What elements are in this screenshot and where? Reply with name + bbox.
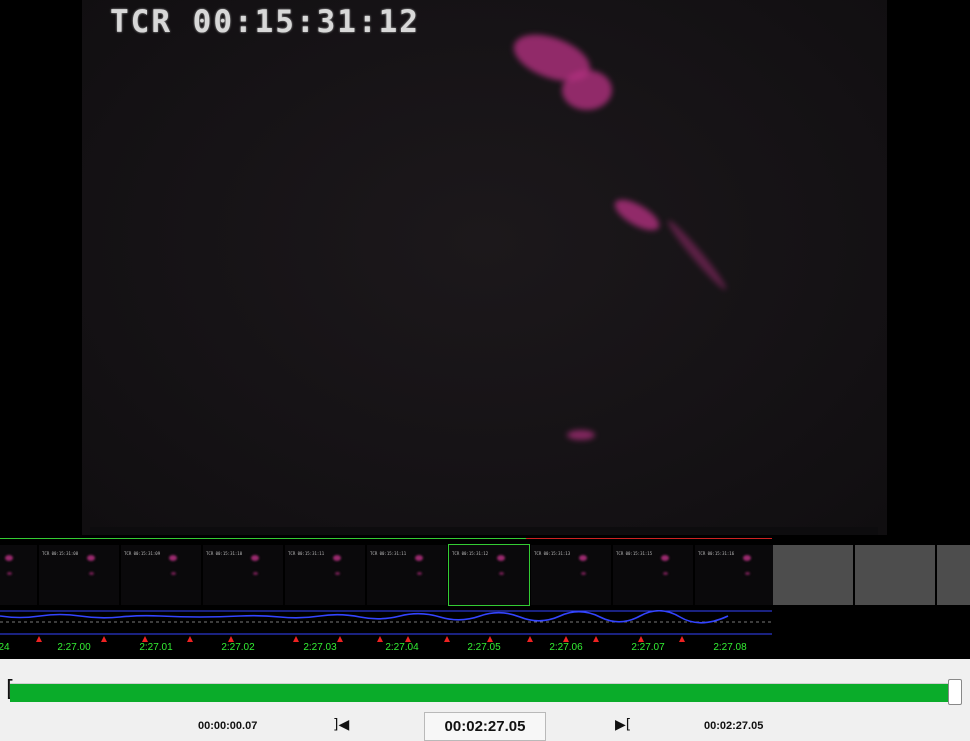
frame-thumbnail[interactable] xyxy=(0,545,37,605)
previous-frame-button[interactable]: ]◀ xyxy=(333,717,349,733)
thumbnail-blob xyxy=(251,555,259,561)
filmstrip-time-label: 2:27.06 xyxy=(549,642,583,653)
frame-marker xyxy=(337,636,343,642)
frame-marker xyxy=(679,636,685,642)
filmstrip-top-line-remaining xyxy=(526,538,772,539)
thumbnail-timecode: TCR 00:15:31:09 xyxy=(124,551,161,556)
frame-thumbnail[interactable]: TCR 00:15:31:11 xyxy=(285,545,365,605)
video-blob xyxy=(610,193,664,237)
video-blob xyxy=(664,217,730,293)
thumbnail-blob xyxy=(253,572,258,575)
frame-marker xyxy=(444,636,450,642)
thumbnail-blob xyxy=(499,572,504,575)
thumbnail-timecode: TCR 00:15:31:15 xyxy=(616,551,653,556)
thumbnail-blob xyxy=(89,572,94,575)
frame-marker xyxy=(377,636,383,642)
timecode-overlay: TCR 00:15:31:12 xyxy=(110,4,420,40)
video-blob xyxy=(567,430,595,440)
thumbnail-timecode: TCR 00:15:31:11 xyxy=(288,551,325,556)
frame-thumbnail[interactable]: TCR 00:15:31:16 xyxy=(695,545,775,605)
empty-thumbnail xyxy=(855,545,935,605)
thumbnail-blob xyxy=(7,572,12,575)
thumbnail-timecode: TCR 00:15:31:13 xyxy=(534,551,571,556)
filmstrip-time-label: 2:27.01 xyxy=(139,642,173,653)
thumbnail-blob xyxy=(333,555,341,561)
video-bottom-strip xyxy=(90,527,878,535)
selected-frame-thumbnail[interactable]: TCR 00:15:31:12 xyxy=(448,544,530,606)
frame-thumbnail[interactable]: TCR 00:15:31:08 xyxy=(39,545,119,605)
current-time-field[interactable]: 00:02:27.05 xyxy=(424,712,546,741)
frame-thumbnail[interactable]: TCR 00:15:31:15 xyxy=(613,545,693,605)
filmstrip-time-label: 2:27.08 xyxy=(713,642,747,653)
frame-thumbnail[interactable]: TCR 00:15:31:09 xyxy=(121,545,201,605)
thumbnail-blob xyxy=(497,555,505,561)
thumbnail-blob xyxy=(5,555,13,561)
frame-thumbnail[interactable]: TCR 00:15:31:11 xyxy=(367,545,447,605)
thumbnail-blob xyxy=(661,555,669,561)
filmstrip-time-label: 2:27.00 xyxy=(57,642,91,653)
progress-bar[interactable] xyxy=(10,683,956,702)
thumbnail-blob xyxy=(579,555,587,561)
filmstrip-top-line-played xyxy=(0,538,526,539)
thumbnail-timecode: TCR 00:15:31:16 xyxy=(698,551,735,556)
frame-marker xyxy=(593,636,599,642)
frame-thumbnail[interactable]: TCR 00:15:31:10 xyxy=(203,545,283,605)
thumbnail-timecode: TCR 00:15:31:10 xyxy=(206,551,243,556)
empty-thumbnail xyxy=(937,545,970,605)
filmstrip-time-label: 2:27.04 xyxy=(385,642,419,653)
thumbnail-blob xyxy=(663,572,668,575)
empty-thumbnail xyxy=(773,545,853,605)
filmstrip-time-label: 2:27.05 xyxy=(467,642,501,653)
thumbnail-blob xyxy=(171,572,176,575)
frame-marker xyxy=(36,636,42,642)
video-frame[interactable]: TCR 00:15:31:12 xyxy=(82,0,887,535)
filmstrip-time-label: 24 xyxy=(0,642,10,653)
thumbnail-blob xyxy=(743,555,751,561)
out-point-handle[interactable] xyxy=(948,679,962,705)
filmstrip-time-label: 2:27.07 xyxy=(631,642,665,653)
thumbnail-blob xyxy=(415,555,423,561)
frame-marker xyxy=(101,636,107,642)
thumbnail-blob xyxy=(581,572,586,575)
video-blob xyxy=(562,70,612,110)
in-time: 00:00:00.07 xyxy=(198,720,258,732)
video-area: TCR 00:15:31:12 xyxy=(0,0,970,537)
thumbnail-timecode: TCR 00:15:31:12 xyxy=(452,551,489,556)
thumbnail-blob xyxy=(87,555,95,561)
frame-marker xyxy=(527,636,533,642)
audio-waveform xyxy=(0,610,772,635)
thumbnail-blob xyxy=(745,572,750,575)
frame-marker xyxy=(187,636,193,642)
filmstrip-time-label: 2:27.03 xyxy=(303,642,337,653)
frame-marker xyxy=(293,636,299,642)
thumbnail-timecode: TCR 00:15:31:08 xyxy=(42,551,79,556)
thumbnail-blob xyxy=(169,555,177,561)
filmstrip-time-label: 2:27.02 xyxy=(221,642,255,653)
playback-controls: [ 00:00:00.07 ]◀ 00:02:27.05 ▶[ 00:02:27… xyxy=(0,659,970,741)
filmstrip[interactable]: TCR 00:15:31:08 TCR 00:15:31:09 TCR 00:15:… xyxy=(0,538,970,659)
thumbnail-blob xyxy=(417,572,422,575)
thumbnail-timecode: TCR 00:15:31:11 xyxy=(370,551,407,556)
frame-thumbnail[interactable]: TCR 00:15:31:13 xyxy=(531,545,611,605)
next-frame-button[interactable]: ▶[ xyxy=(615,717,631,733)
thumbnail-blob xyxy=(335,572,340,575)
out-time: 00:02:27.05 xyxy=(704,720,764,732)
